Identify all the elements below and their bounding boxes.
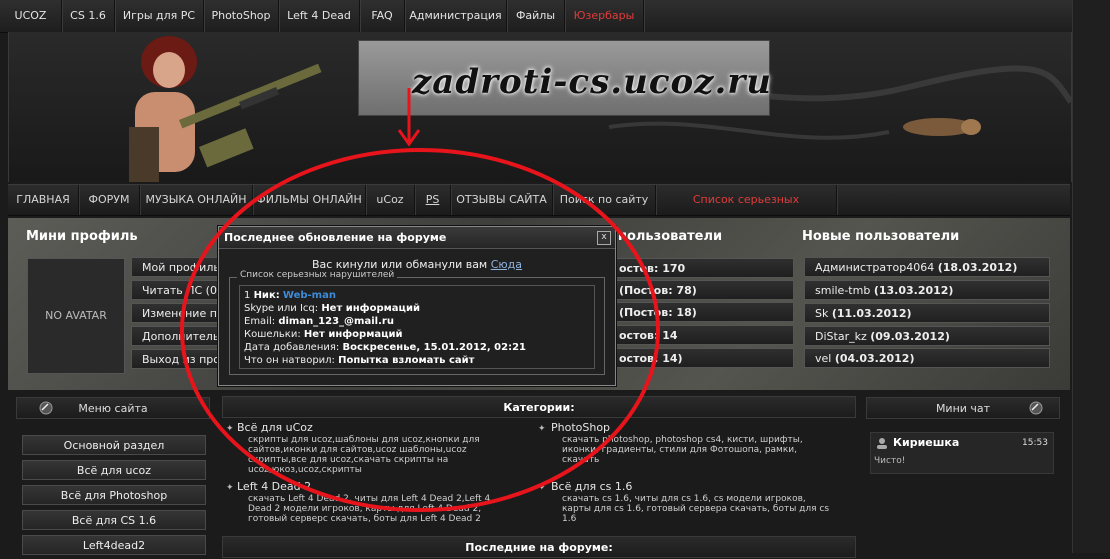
category-cs16-desc: скачать cs 1.6, читы для cs 1.6, cs моде… bbox=[562, 494, 830, 524]
new-user-name[interactable]: vel bbox=[815, 352, 831, 365]
menu-ps[interactable]: PS bbox=[415, 185, 451, 215]
top-nav-userbars[interactable]: Юзербары bbox=[565, 0, 644, 32]
site-menu-item-ucoz[interactable]: Всё для ucoz bbox=[22, 460, 206, 480]
profile-extra-button[interactable]: Дополнительн bbox=[131, 326, 231, 346]
top-nav-left4dead[interactable]: Left 4 Dead bbox=[279, 0, 360, 32]
bullet-icon: ✦ bbox=[226, 483, 234, 493]
violator-email: Email: diman_123_@mail.ru bbox=[244, 316, 394, 327]
popup-notice-link[interactable]: Сюда bbox=[491, 258, 522, 271]
top-user-row[interactable]: остов: 14 bbox=[614, 325, 794, 345]
menu-films-online[interactable]: ФИЛЬМЫ ОНЛАЙН bbox=[253, 185, 366, 215]
violator-nick: 1 Ник: Web-man bbox=[244, 290, 336, 301]
top-nav-faq[interactable]: FAQ bbox=[360, 0, 405, 32]
new-user-date: (11.03.2012) bbox=[831, 307, 912, 320]
violators-legend: Список серьезных нарушителей bbox=[237, 270, 398, 280]
menu-music-online[interactable]: МУЗЫКА ОНЛАЙН bbox=[140, 185, 253, 215]
new-user-date: (18.03.2012) bbox=[937, 261, 1018, 274]
close-icon[interactable]: x bbox=[597, 231, 611, 245]
top-nav-photoshop[interactable]: PhotoShop bbox=[204, 0, 279, 32]
top-user-row[interactable]: (Постов: 18) bbox=[614, 302, 794, 322]
category-left4dead2-link[interactable]: Left 4 Dead 2 bbox=[237, 480, 311, 493]
menu-site-search[interactable]: Поиск по сайту bbox=[553, 185, 656, 215]
violator-wallets: Кошельки: Нет информаций bbox=[244, 329, 403, 340]
forum-update-popup: Последнее обновление на форуме x Вас кин… bbox=[218, 226, 616, 386]
new-user-date: (04.03.2012) bbox=[834, 352, 915, 365]
top-nav-cs16[interactable]: CS 1.6 bbox=[62, 0, 115, 32]
site-menu-item-main[interactable]: Основной раздел bbox=[22, 435, 206, 455]
chat-author[interactable]: Кириешка bbox=[893, 436, 959, 449]
top-user-row[interactable]: остов: 170 bbox=[614, 258, 794, 278]
violator-deed: Что он натворил: Попытка взломать сайт bbox=[244, 355, 475, 366]
new-user-date: (09.03.2012) bbox=[870, 330, 950, 343]
menu-home[interactable]: ГЛАВНАЯ bbox=[8, 185, 79, 215]
avatar: NO AVATAR bbox=[27, 258, 125, 374]
new-user-row[interactable]: DiStar_kz (09.03.2012) bbox=[804, 326, 1050, 346]
category-ucoz-desc: скрипты для ucoz,шаблоны для ucoz,кнопки… bbox=[248, 435, 480, 475]
bullet-icon: ✦ bbox=[538, 424, 546, 434]
bullet-icon: ✦ bbox=[226, 424, 234, 434]
violator-skype: Skype или Icq: Нет информаций bbox=[244, 303, 420, 314]
menu-forum[interactable]: ФОРУМ bbox=[79, 185, 140, 215]
top-user-row[interactable]: (Постов: 78) bbox=[614, 280, 794, 300]
top-users-title: пользователи bbox=[618, 229, 723, 244]
category-left4dead2-desc: скачать Left 4 Dead 2, читы для Left 4 D… bbox=[248, 494, 491, 524]
new-user-row[interactable]: vel (04.03.2012) bbox=[804, 348, 1050, 368]
new-user-name[interactable]: Администратор4064 bbox=[815, 261, 934, 274]
profile-my-profile-button[interactable]: Мой профиль bbox=[131, 257, 231, 277]
mini-profile-title: Мини профиль bbox=[26, 229, 138, 244]
bullet-icon: ✦ bbox=[538, 483, 546, 493]
new-user-row[interactable]: Sk (11.03.2012) bbox=[804, 303, 1050, 323]
last-forum-header: Последние на форуме: bbox=[222, 536, 856, 558]
site-menu-title: Меню сайта bbox=[78, 402, 148, 415]
site-menu-item-left4dead2[interactable]: Left4dead2 bbox=[22, 535, 206, 555]
mini-chat-title: Мини чат bbox=[935, 402, 991, 415]
new-users-title: Новые пользователи bbox=[802, 229, 960, 244]
category-cs16-link[interactable]: Всё для cs 1.6 bbox=[551, 480, 632, 493]
new-user-date: (13.03.2012) bbox=[873, 284, 954, 297]
user-icon bbox=[877, 438, 887, 449]
category-photoshop-desc: скачать photoshop, photoshop cs4, кисти,… bbox=[562, 435, 803, 465]
categories-header: Категории: bbox=[222, 396, 856, 418]
top-nav-pc-games[interactable]: Игры для PC bbox=[115, 0, 204, 32]
category-photoshop-link[interactable]: PhotoShop bbox=[551, 421, 610, 434]
menu-ucoz[interactable]: uCoz bbox=[366, 185, 415, 215]
popup-header: Последнее обновление на форуме x bbox=[219, 227, 615, 249]
menu-reviews[interactable]: ОТЗЫВЫ САЙТА bbox=[451, 185, 553, 215]
top-nav-files[interactable]: Файлы bbox=[507, 0, 565, 32]
main-menu: ГЛАВНАЯ ФОРУМ МУЗЫКА ОНЛАЙН ФИЛЬМЫ ОНЛАЙ… bbox=[8, 184, 1070, 236]
chat-text: Чисто! bbox=[874, 456, 906, 466]
new-user-name[interactable]: smile-tmb bbox=[815, 284, 870, 297]
new-user-row[interactable]: Администратор4064 (18.03.2012) bbox=[804, 257, 1050, 277]
new-user-name[interactable]: DiStar_kz bbox=[815, 330, 867, 343]
last-forum-title: Последние на форуме: bbox=[465, 541, 613, 554]
top-nav: UCOZ CS 1.6 Игры для PC PhotoShop Left 4… bbox=[0, 0, 1110, 33]
violator-nick-link[interactable]: Web-man bbox=[283, 290, 336, 301]
profile-read-pm-button[interactable]: Читать ЛС (0 bbox=[131, 280, 231, 300]
crosshair-icon bbox=[1029, 401, 1043, 415]
new-user-row[interactable]: smile-tmb (13.03.2012) bbox=[804, 280, 1050, 300]
violator-date: Дата добавления: Воскресенье, 15.01.2012… bbox=[244, 342, 526, 353]
category-ucoz-link[interactable]: Всё для uCoz bbox=[237, 421, 313, 434]
right-strip bbox=[1072, 0, 1110, 553]
profile-edit-button[interactable]: Изменение пр bbox=[131, 303, 231, 323]
menu-violators-list[interactable]: Список серьезных нарушителей bbox=[656, 185, 837, 236]
top-nav-admin[interactable]: Администрация bbox=[405, 0, 507, 32]
popup-title: Последнее обновление на форуме bbox=[224, 231, 447, 244]
new-user-name[interactable]: Sk bbox=[815, 307, 828, 320]
top-user-row[interactable]: остов: 14) bbox=[614, 348, 794, 368]
chat-time: 15:53 bbox=[1022, 438, 1048, 448]
site-logo-text[interactable]: zadroti-cs.ucoz.ru bbox=[412, 62, 772, 102]
crosshair-icon bbox=[39, 401, 53, 415]
categories-title: Категории: bbox=[503, 401, 575, 414]
profile-logout-button[interactable]: Выход из про bbox=[131, 349, 231, 369]
top-nav-ucoz[interactable]: UCOZ bbox=[0, 0, 62, 32]
site-menu-item-cs16[interactable]: Всё для CS 1.6 bbox=[22, 510, 206, 530]
site-menu-item-photoshop[interactable]: Всё для Photoshop bbox=[22, 485, 206, 505]
